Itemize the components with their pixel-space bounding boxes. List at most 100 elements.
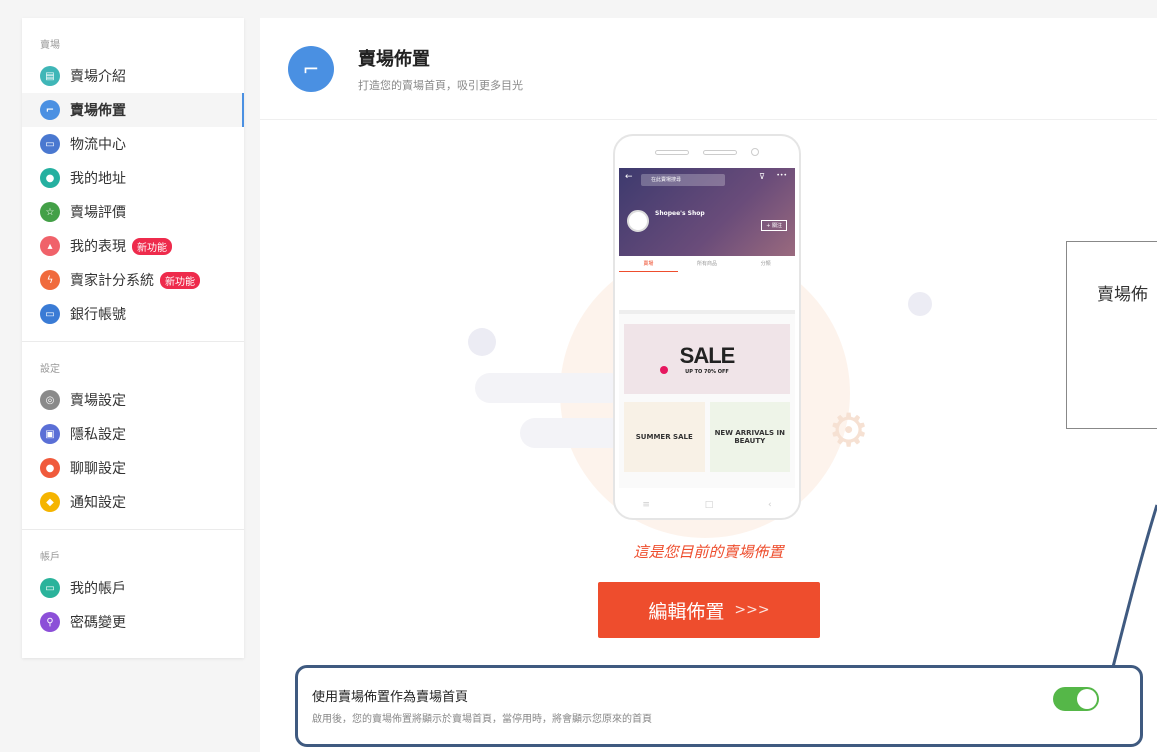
page-header: ⌐ 賣場佈置 打造您的賣場首頁，吸引更多目光: [260, 18, 1157, 120]
sidebar-item-icon: ⌐: [40, 100, 60, 120]
toggle-description: 啟用後，您的賣場佈置將顯示於賣場首頁，當停用時，將會顯示您原來的首頁: [312, 714, 652, 725]
phone-tab: 分類: [760, 261, 771, 267]
phone-tab: 所有商品: [697, 261, 718, 267]
sidebar-item-label: 我的帳戶: [70, 581, 126, 597]
page-title: 賣場佈置: [358, 48, 430, 70]
sidebar-item-icon: ●: [40, 458, 60, 478]
phone-search-bar: 在此賣場搜尋: [641, 174, 725, 186]
sale-dot: [660, 366, 668, 374]
sidebar-item[interactable]: ▭ 物流中心: [22, 127, 244, 161]
more-icon: •••: [776, 172, 787, 179]
shop-info: [619, 272, 795, 314]
illustration-streak: [475, 373, 625, 403]
callout-box: 賣場佈: [1066, 241, 1157, 429]
sidebar-item-label: 賣場介紹: [70, 69, 126, 85]
sidebar-item-icon: ▭: [40, 134, 60, 154]
sidebar-item[interactable]: ◎ 賣場設定: [22, 383, 244, 417]
promo-summer: SUMMER SALE: [624, 402, 705, 472]
sidebar-item[interactable]: ● 我的地址: [22, 161, 244, 195]
sidebar-item-icon: ◆: [40, 492, 60, 512]
shop-banner: ← 在此賣場搜尋 ⊽ ••• Shopee's Shop + 關注: [619, 168, 795, 256]
menu-icon: ≡: [642, 500, 650, 510]
sale-subtitle: UP TO 70% OFF: [685, 369, 729, 375]
shop-name: Shopee's Shop: [655, 210, 705, 217]
sidebar-item-icon: ◎: [40, 390, 60, 410]
sidebar-item-label: 密碼變更: [70, 615, 126, 631]
filter-icon: ⊽: [759, 172, 765, 181]
phone-speaker: [655, 149, 689, 155]
sidebar-item[interactable]: ▭ 銀行帳號: [22, 297, 244, 331]
sidebar-item[interactable]: ▭ 我的帳戶: [22, 571, 244, 605]
sidebar-item-icon: ▴: [40, 236, 60, 256]
sidebar-item-label: 我的地址: [70, 171, 126, 187]
sidebar: 賣場 ▤ 賣場介紹 ⌐ 賣場佈置 ▭ 物流中心 ● 我的地址 ☆ 賣場評價 ▴ 我的表現 新功能 ϟ 賣家計分…: [22, 18, 244, 658]
main-panel: ⌐ 賣場佈置 打造您的賣場首頁，吸引更多目光 ⚙ ← 在此賣場搜尋 ⊽ ••• …: [260, 18, 1157, 752]
sidebar-item-icon: ▣: [40, 424, 60, 444]
sidebar-item-icon: ●: [40, 168, 60, 188]
sidebar-item[interactable]: ◆ 通知設定: [22, 485, 244, 519]
page-subtitle: 打造您的賣場首頁，吸引更多目光: [358, 78, 523, 92]
sidebar-item[interactable]: ⌐ 賣場佈置: [22, 93, 244, 127]
sidebar-item-label: 賣家計分系統: [70, 273, 154, 289]
gear-icon: ⚙: [828, 403, 870, 457]
sidebar-item-icon: ▤: [40, 66, 60, 86]
sidebar-item-label: 賣場設定: [70, 393, 126, 409]
sidebar-section: 設定 ◎ 賣場設定 ▣ 隱私設定 ● 聊聊設定 ◆ 通知設定: [22, 341, 244, 529]
sidebar-section-title: 帳戶: [40, 552, 60, 563]
back-icon: ‹: [767, 500, 772, 510]
promo-row: SUMMER SALE NEW ARRIVALS IN BEAUTY: [624, 402, 790, 472]
promo-beauty: NEW ARRIVALS IN BEAUTY: [709, 402, 790, 472]
sidebar-item-label: 通知設定: [70, 495, 126, 511]
illustration-dot: [468, 328, 496, 356]
home-icon: □: [704, 500, 714, 510]
edit-layout-label: 編輯佈置: [648, 600, 725, 623]
phone-top-bar: [615, 136, 799, 168]
sidebar-item[interactable]: ▤ 賣場介紹: [22, 59, 244, 93]
phone-tab: 賣場: [619, 256, 678, 272]
paint-roller-icon: ⌐: [288, 45, 334, 92]
new-feature-badge: 新功能: [160, 271, 200, 289]
sidebar-item[interactable]: ● 聊聊設定: [22, 451, 244, 485]
sidebar-item-label: 賣場佈置: [70, 103, 126, 119]
toggle-knob: [1077, 689, 1097, 709]
sidebar-item-label: 物流中心: [70, 137, 126, 153]
phone-camera: [751, 148, 759, 156]
sidebar-section-title: 設定: [40, 364, 60, 375]
triple-chevron-icon: >>>: [734, 602, 770, 618]
shop-avatar: [627, 210, 649, 232]
illustration-dot: [908, 292, 932, 316]
edit-layout-button[interactable]: 編輯佈置 >>>: [598, 582, 820, 638]
sidebar-item-icon: ϟ: [40, 270, 60, 290]
phone-screen: ← 在此賣場搜尋 ⊽ ••• Shopee's Shop + 關注 賣場 所有商…: [619, 168, 795, 488]
sidebar-item[interactable]: ⚲ 密碼變更: [22, 605, 244, 639]
sidebar-item-icon: ⚲: [40, 612, 60, 632]
sidebar-item[interactable]: ☆ 賣場評價: [22, 195, 244, 229]
toggle-title: 使用賣場佈置作為賣場首頁: [312, 690, 469, 705]
sidebar-item-icon: ▭: [40, 578, 60, 598]
sidebar-section-title: 賣場: [40, 40, 60, 51]
phone-nav: ≡ □ ‹: [615, 500, 799, 510]
sidebar-item[interactable]: ▴ 我的表現 新功能: [22, 229, 244, 263]
sidebar-item-label: 聊聊設定: [70, 461, 126, 477]
sidebar-item-label: 賣場評價: [70, 205, 126, 221]
homepage-toggle-section: 使用賣場佈置作為賣場首頁 啟用後，您的賣場佈置將顯示於賣場首頁，當停用時，將會顯…: [295, 665, 1143, 747]
sidebar-item[interactable]: ▣ 隱私設定: [22, 417, 244, 451]
sidebar-item-label: 隱私設定: [70, 427, 126, 443]
current-layout-caption: 這是您目前的賣場佈置: [633, 543, 784, 561]
sale-banner: SALE UP TO 70% OFF: [624, 324, 790, 394]
sidebar-item-label: 銀行帳號: [70, 307, 126, 323]
sidebar-item-icon: ▭: [40, 304, 60, 324]
use-layout-toggle[interactable]: [1053, 687, 1099, 711]
new-feature-badge: 新功能: [132, 237, 172, 255]
callout-text: 賣場佈: [1097, 285, 1148, 305]
sidebar-section: 賣場 ▤ 賣場介紹 ⌐ 賣場佈置 ▭ 物流中心 ● 我的地址 ☆ 賣場評價 ▴ 我的表現 新功能 ϟ 賣家計分…: [22, 18, 244, 341]
phone-speaker: [703, 149, 737, 155]
sidebar-item[interactable]: ϟ 賣家計分系統 新功能: [22, 263, 244, 297]
follow-button: + 關注: [761, 220, 787, 231]
phone-preview: ← 在此賣場搜尋 ⊽ ••• Shopee's Shop + 關注 賣場 所有商…: [613, 134, 801, 520]
sale-title: SALE: [679, 343, 736, 368]
back-arrow-icon: ←: [625, 172, 633, 182]
sidebar-item-label: 我的表現: [70, 239, 126, 255]
shop-tabs: 賣場 所有商品 分類: [619, 256, 795, 272]
sidebar-section: 帳戶 ▭ 我的帳戶 ⚲ 密碼變更: [22, 529, 244, 649]
